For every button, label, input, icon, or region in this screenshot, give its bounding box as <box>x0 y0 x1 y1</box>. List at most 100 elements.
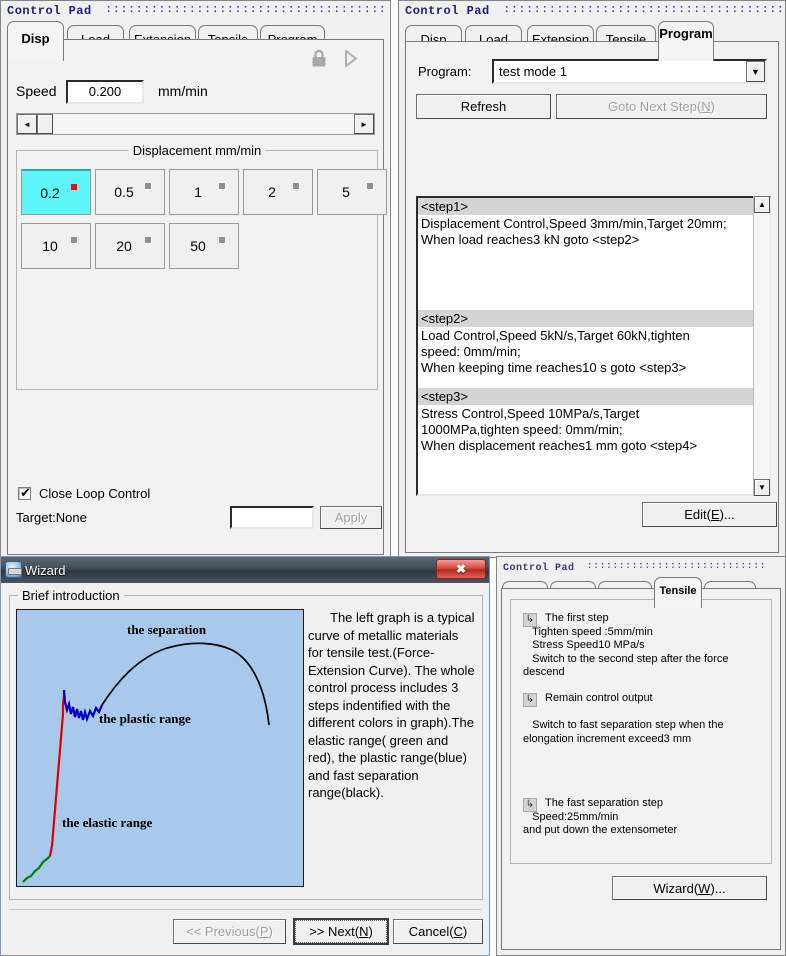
program-step-header: <step3> <box>418 388 769 405</box>
chevron-down-icon[interactable]: ▼ <box>746 61 765 82</box>
displacement-group-label: Displacement mm/min <box>128 143 266 158</box>
program-step-gap <box>418 250 769 310</box>
speed-scrollbar[interactable]: ◄ ► <box>16 113 375 135</box>
program-list-scrollbar[interactable]: ▲ ▼ <box>753 196 770 496</box>
tensile-step-2: ↳ Remain control output Switch to fast s… <box>523 692 763 746</box>
titlebar-dot-pattern: ::::::::::::::::::::::::::::::::::::: <box>105 4 387 16</box>
wizard-title: Wizard <box>25 562 66 578</box>
speed-preset-led <box>71 184 78 191</box>
speed-input[interactable]: 0.200 <box>66 80 144 104</box>
speed-preset-led <box>219 237 226 244</box>
titlebar-dot-pattern: ::::::::::::::::::::::::::::::::::::: <box>503 4 785 16</box>
program-step-group[interactable]: <step1> Displacement Control,Speed 3mm/m… <box>418 198 769 250</box>
program-step-header: <step1> <box>418 198 769 215</box>
speed-preset-20[interactable]: 20 <box>95 223 165 269</box>
tab-tensile-label: Tensile <box>659 585 697 597</box>
wizard-button-row: << Previous(P) >> Next(N) Cancel(C) <box>1 909 489 955</box>
titlebar-dot-pattern: :::::::::::::::::::::::::::: <box>587 561 767 571</box>
lock-icon[interactable] <box>310 49 328 68</box>
speed-preset-led <box>367 183 374 190</box>
speed-preset-2[interactable]: 2 <box>243 169 313 215</box>
goto-next-step-button[interactable]: Goto Next Step(N) <box>556 94 767 119</box>
refresh-button[interactable]: Refresh <box>416 94 551 119</box>
speed-unit-label: mm/min <box>158 83 208 99</box>
tab-program-label: Program <box>659 26 713 41</box>
scrollbar-track[interactable] <box>754 213 770 479</box>
control-pad-tensile-window: Control Pad ::::::::::::::::::::::::::::… <box>496 556 786 956</box>
next-button[interactable]: >> Next(N) <box>293 918 389 945</box>
scrollbar-thumb[interactable] <box>37 114 53 134</box>
force-extension-curve-graph: the separation the plastic range the ela… <box>16 609 304 887</box>
tab-disp-label: Disp <box>21 31 50 46</box>
arrow-step-icon: ↳ <box>523 693 537 707</box>
target-label: Target:None <box>16 510 87 525</box>
apply-button[interactable]: Apply <box>320 506 382 529</box>
scroll-up-arrow-icon[interactable]: ▲ <box>754 196 770 213</box>
tensile-step-1-text: The first step Tighten speed :5mm/min St… <box>523 612 729 678</box>
goto-next-step-label: Goto Next Step(N) <box>608 99 715 114</box>
tab-disp[interactable]: Disp <box>7 21 64 61</box>
accesskey: P <box>259 924 269 939</box>
program-steps-list[interactable]: <step1> Displacement Control,Speed 3mm/m… <box>416 196 771 496</box>
close-loop-control-row[interactable]: ✔ Close Loop Control <box>18 486 150 501</box>
program-step-group[interactable]: <step3> Stress Control,Speed 10MPa/s,Tar… <box>418 388 769 456</box>
play-icon[interactable] <box>344 49 358 72</box>
program-step-group[interactable]: <step2> Load Control,Speed 5kN/s,Target … <box>418 310 769 378</box>
program-pad-title-text: Control Pad <box>405 4 490 18</box>
curve-label-plastic-range: the plastic range <box>99 711 191 726</box>
speed-preset-led <box>145 237 152 244</box>
scrollbar-left-arrow[interactable]: ◄ <box>17 114 37 134</box>
tab-tensile[interactable]: Tensile <box>654 577 702 608</box>
accesskey: C <box>453 924 463 939</box>
curve-label-separation: the separation <box>127 622 207 637</box>
speed-preset-label: 1 <box>194 184 202 200</box>
tensile-step-1: ↳ The first step Tighten speed :5mm/min … <box>523 612 763 680</box>
speed-preset-1[interactable]: 1 <box>169 169 239 215</box>
speed-preset-label: 10 <box>42 238 58 254</box>
accesskey: W <box>698 880 711 896</box>
speed-preset-50[interactable]: 50 <box>169 223 239 269</box>
scrollbar-right-arrow[interactable]: ► <box>354 114 374 134</box>
target-input[interactable] <box>230 506 314 529</box>
scrollbar-track[interactable] <box>37 114 354 134</box>
control-pad-program-window: Control Pad ::::::::::::::::::::::::::::… <box>398 0 786 558</box>
wizard-dialog: Wizard ✖ Brief introduction the separati… <box>0 556 490 956</box>
tensile-step-2-text: Remain control output Switch to fast sep… <box>523 692 724 745</box>
displacement-group: Displacement mm/min 0.2 0.5 1 2 5 10 20 … <box>16 143 387 390</box>
tensile-steps-panel: ↳ The first step Tighten speed :5mm/min … <box>510 599 772 864</box>
speed-preset-10[interactable]: 10 <box>21 223 91 269</box>
tensile-tab-panel: ↳ The first step Tighten speed :5mm/min … <box>501 588 781 950</box>
curve-label-elastic-range: the elastic range <box>62 815 153 830</box>
speed-preset-5[interactable]: 5 <box>317 169 387 215</box>
arrow-step-icon: ↳ <box>523 613 537 627</box>
previous-button[interactable]: << Previous(P) <box>173 919 286 944</box>
program-select[interactable]: test mode 1 ▼ <box>492 59 767 84</box>
speed-label: Speed <box>16 83 57 99</box>
speed-preset-label: 2 <box>268 184 276 200</box>
checkbox-tick-icon: ✔ <box>20 485 31 500</box>
cancel-button[interactable]: Cancel(C) <box>393 919 483 944</box>
edit-program-label: Edit(E)... <box>684 507 735 522</box>
tensile-pad-titlebar: Control Pad :::::::::::::::::::::::::::: <box>497 557 785 575</box>
program-step-header: <step2> <box>418 310 769 327</box>
speed-preset-0.5[interactable]: 0.5 <box>95 169 165 215</box>
wizard-button[interactable]: Wizard(W)... <box>612 876 767 900</box>
close-loop-checkbox[interactable]: ✔ <box>18 485 31 500</box>
wizard-titlebar[interactable]: Wizard ✖ <box>1 557 489 583</box>
edit-program-button[interactable]: Edit(E)... <box>642 502 777 527</box>
wizard-icon <box>5 561 22 578</box>
accesskey: N <box>359 924 369 939</box>
scroll-down-arrow-icon[interactable]: ▼ <box>754 479 770 496</box>
tab-program[interactable]: Program <box>658 21 714 61</box>
disp-pad-title-text: Control Pad <box>7 4 92 18</box>
program-pad-titlebar: Control Pad ::::::::::::::::::::::::::::… <box>399 1 785 19</box>
speed-preset-led <box>71 237 78 244</box>
speed-preset-0.2[interactable]: 0.2 <box>21 169 91 215</box>
close-icon[interactable]: ✖ <box>436 559 486 579</box>
control-pad-disp-window: Control Pad ::::::::::::::::::::::::::::… <box>0 0 391 560</box>
program-select-label: Program: <box>418 64 472 79</box>
speed-preset-led <box>293 183 300 190</box>
accesskey: N <box>701 99 711 114</box>
wizard-description-text: The left graph is a typical curve of met… <box>308 610 475 800</box>
program-tab-panel: Program: test mode 1 ▼ Refresh Goto Next… <box>405 41 779 553</box>
